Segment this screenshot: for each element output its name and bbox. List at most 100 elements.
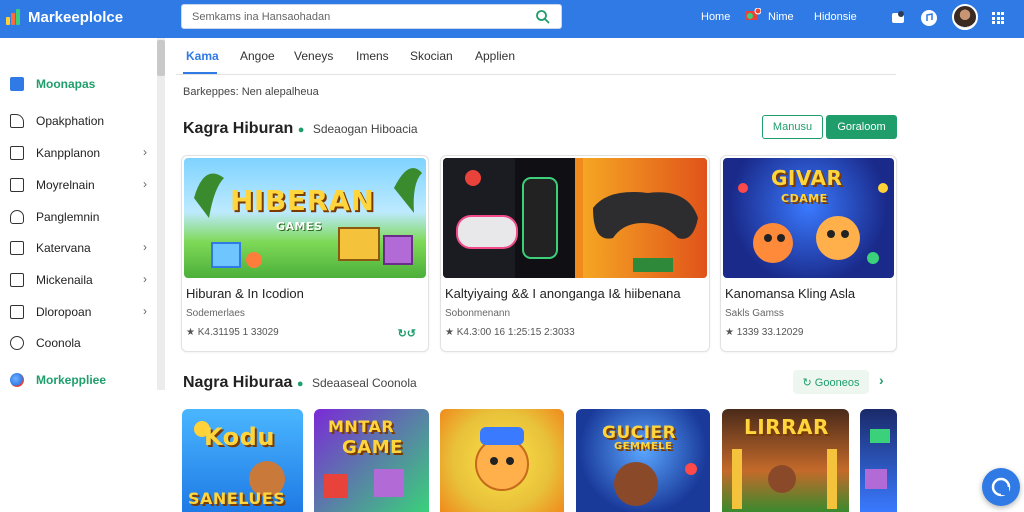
tile-title: Kodu: [204, 423, 275, 451]
flag-icon[interactable]: [743, 8, 761, 26]
tag-icon: [10, 114, 24, 128]
sidebar-item-label: Moonapas: [36, 77, 96, 91]
sidebar-item-label: Moyrelnain: [36, 178, 95, 192]
product-card[interactable]: GIVAR CDAME Kanomansa Kling Asla Sakls G…: [720, 155, 897, 352]
sidebar-item-label: Dloropoan: [36, 305, 92, 319]
edit-icon: [10, 146, 24, 160]
banner-subtitle: CDAME: [781, 192, 828, 205]
banner-subtitle: GAMES: [276, 220, 323, 233]
outline-button[interactable]: Manusu: [762, 115, 823, 139]
nav-hidonsie[interactable]: Hidonsie: [814, 11, 857, 23]
chat-icon: [991, 477, 1011, 497]
tab-veneys[interactable]: Veneys: [294, 49, 333, 63]
search-placeholder: Semkams ina Hansaohadan: [192, 11, 331, 23]
card-image: [443, 158, 707, 278]
chevron-right-icon: ›: [143, 240, 147, 254]
game-banner-art: [194, 168, 422, 268]
tab-kama[interactable]: Kama: [186, 49, 219, 63]
sidebar-item-label: Mickenaila: [36, 273, 93, 287]
section-title: Kagra Hiburan ● Sdeaogan Hiboacia: [183, 120, 418, 138]
sidebar-item-opakphation[interactable]: Opakphation: [10, 111, 155, 131]
chat-button[interactable]: [982, 468, 1020, 506]
sidebar-item-kanpplanon[interactable]: Kanpplanon ›: [10, 143, 155, 163]
game-tile[interactable]: [440, 409, 564, 512]
top-bar: Markeeplolce Semkams ina Hansaohadan Hom…: [0, 0, 1024, 38]
section-title-text: Nagra Hiburaa: [183, 374, 293, 391]
logo[interactable]: Markeeplolce: [6, 8, 123, 26]
section-subtitle: Sdeaogan Hiboacia: [312, 122, 418, 136]
tab-angoe[interactable]: Angoe: [240, 49, 275, 63]
notification-icon[interactable]: [889, 9, 907, 27]
sidebar-item-moonapas[interactable]: Moonapas: [10, 74, 155, 94]
sidebar-item-label: Opakphation: [36, 114, 105, 128]
tab-imens[interactable]: Imens: [356, 49, 389, 63]
globe-icon: [10, 373, 24, 387]
avatar[interactable]: [952, 4, 978, 30]
tile-title: GUCIER: [602, 423, 677, 443]
nav-nime[interactable]: Nime: [768, 11, 794, 23]
tile-subtitle: SANELUES: [188, 489, 286, 508]
sidebar-item-label: Katervana: [36, 241, 91, 255]
scrollbar-thumb[interactable]: [157, 40, 165, 76]
sidebar-item-label: Morkeppliee: [36, 373, 107, 387]
nav-home[interactable]: Home: [701, 11, 730, 23]
music-icon[interactable]: [920, 9, 938, 27]
game-tile[interactable]: MNTAR GAME: [314, 409, 429, 512]
tab-skocian[interactable]: Skocian: [410, 49, 453, 63]
chevron-right-icon[interactable]: ›: [879, 372, 884, 388]
tile-subtitle: GEMMELE: [614, 441, 673, 452]
game-tile[interactable]: Kodu SANELUES: [182, 409, 303, 512]
product-card[interactable]: HIBERAN GAMES Hiburan & In Icodion Sodem…: [181, 155, 429, 352]
card-image: GIVAR CDAME: [723, 158, 894, 278]
grid-icon: [10, 305, 24, 319]
game-tile[interactable]: [860, 409, 897, 512]
banner-title: GIVAR: [771, 166, 843, 190]
tile-title: LIRRAR: [744, 415, 829, 439]
sync-icon[interactable]: ↻↺: [398, 327, 416, 340]
sidebar-item-katervana[interactable]: Katervana ›: [10, 238, 155, 258]
sidebar-item-label: Panglemnin: [36, 210, 100, 224]
tab-divider: [176, 74, 896, 75]
card-subtitle: Sodemerlaes: [186, 308, 245, 319]
section-title: Nagra Hiburaa ● Sdeaaseal Coonola: [183, 374, 417, 392]
card-title: Kanomansa Kling Asla: [725, 286, 856, 301]
chevron-right-icon: ›: [143, 272, 147, 286]
product-card[interactable]: Kaltyiyaing && I anonganga I& hiibenana …: [440, 155, 710, 352]
section-title-text: Kagra Hiburan: [183, 120, 294, 137]
card-title: Hiburan & In Icodion: [186, 286, 304, 301]
sidebar-item-coonola[interactable]: Coonola: [10, 333, 155, 353]
tab-applien[interactable]: Applien: [475, 49, 515, 63]
sidebar-item-morkeppliee[interactable]: Morkeppliee: [10, 370, 155, 390]
refresh-icon: ●: [297, 124, 305, 136]
sidebar-item-panglemnin[interactable]: Panglemnin: [10, 207, 155, 227]
sidebar-scrollbar[interactable]: [157, 38, 165, 390]
card-meta: ★ K4.3:00 16 1:25:15 2:3033: [445, 327, 575, 338]
controller-art: [443, 158, 707, 278]
tile-title: MNTAR: [328, 417, 395, 436]
logo-text: Markeeplolce: [28, 8, 124, 26]
circle-icon: [10, 336, 24, 350]
card-title: Kaltyiyaing && I anonganga I& hiibenana: [445, 286, 681, 301]
game-tile[interactable]: GUCIER GEMMELE: [576, 409, 710, 512]
apps-grid-icon[interactable]: [992, 12, 1004, 24]
sidebar-item-dloropoan[interactable]: Dloropoan ›: [10, 302, 155, 322]
search-icon[interactable]: [535, 9, 551, 25]
sidebar: Moonapas Opakphation Kanpplanon › Moyrel…: [0, 38, 166, 512]
home-icon: [10, 77, 24, 91]
primary-button[interactable]: Goraloom: [826, 115, 897, 139]
sidebar-item-moyrelnain[interactable]: Moyrelnain ›: [10, 175, 155, 195]
chevron-right-icon: ›: [143, 177, 147, 191]
sidebar-item-mickenaila[interactable]: Mickenaila ›: [10, 270, 155, 290]
section-subtitle: Sdeaaseal Coonola: [311, 376, 417, 390]
game-tile[interactable]: LIRRAR: [722, 409, 849, 512]
tile-art: [865, 429, 890, 489]
card-image: HIBERAN GAMES: [184, 158, 426, 278]
card-subtitle: Sakls Gamss: [725, 308, 784, 319]
box-icon: [10, 178, 24, 192]
card-subtitle: Sobonmenann: [445, 308, 511, 319]
see-more-button[interactable]: ↻ Gooneos: [793, 370, 869, 394]
bag-icon: [10, 241, 24, 255]
search-input[interactable]: Semkams ina Hansaohadan: [181, 4, 562, 29]
tile-art: [475, 427, 529, 491]
chevron-right-icon: ›: [143, 304, 147, 318]
